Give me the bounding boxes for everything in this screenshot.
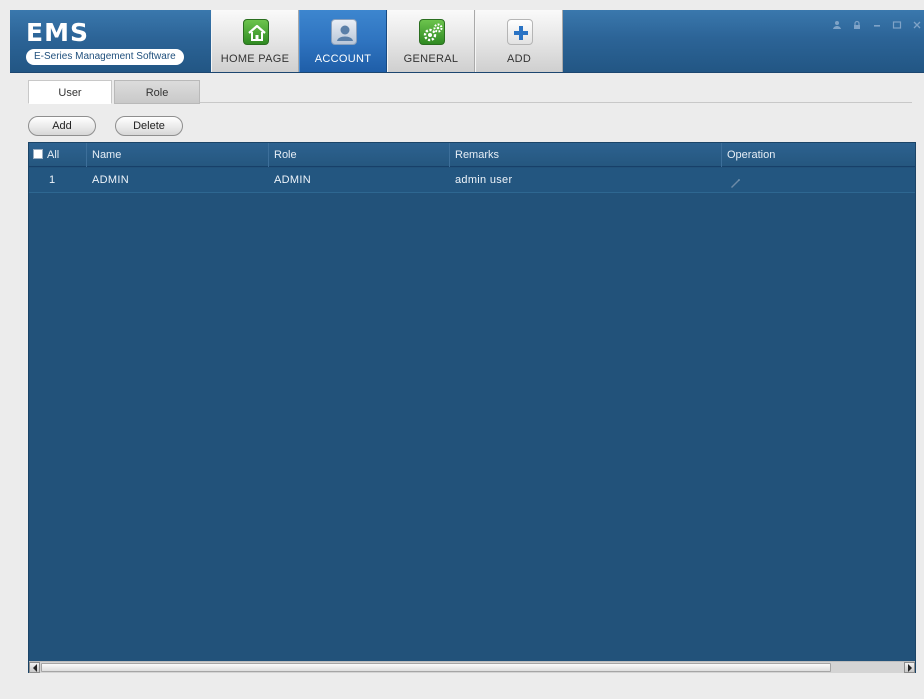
row-number: 1 [49, 174, 56, 186]
app-logo: EMS E-Series Management Software [26, 18, 196, 68]
nav-tab-add[interactable]: ADD [475, 10, 563, 72]
scroll-right-button[interactable] [904, 662, 915, 673]
table-header: All Name Role Remarks Operation [29, 143, 915, 167]
maximize-icon[interactable] [892, 20, 902, 30]
gears-icon [419, 19, 445, 45]
row-remarks: admin user [455, 174, 513, 186]
nav-tab-general[interactable]: GENERAL [387, 10, 475, 72]
column-header-operation: Operation [727, 149, 776, 161]
logo-subtitle: E-Series Management Software [26, 49, 184, 65]
ems-window: EMS E-Series Management Software HOME PA… [0, 0, 924, 699]
table-row[interactable]: 1 ADMIN ADMIN admin user [29, 168, 915, 193]
user-icon[interactable] [832, 20, 842, 30]
nav-tab-label: HOME PAGE [220, 53, 290, 65]
column-header-role[interactable]: Role [269, 143, 450, 167]
column-header-remarks[interactable]: Remarks [450, 143, 722, 167]
minimize-icon[interactable] [872, 20, 882, 30]
select-all-checkbox[interactable] [33, 149, 43, 159]
nav-tab-account[interactable]: ACCOUNT [299, 10, 387, 72]
row-role: ADMIN [274, 174, 311, 186]
user-table: All Name Role Remarks Operation 1 ADMIN … [28, 142, 916, 673]
subtab-divider [200, 102, 912, 103]
row-operation [722, 168, 915, 193]
subtab-role[interactable]: Role [114, 80, 200, 104]
plus-icon [507, 19, 533, 45]
subtab-user[interactable]: User [28, 80, 112, 104]
lock-icon[interactable] [852, 20, 862, 30]
home-icon [243, 19, 269, 45]
scroll-left-button[interactable] [29, 662, 40, 673]
column-header-all: All [29, 143, 87, 167]
nav-tab-label: ACCOUNT [314, 53, 372, 65]
arrow-left-icon [33, 664, 37, 672]
horizontal-scrollbar[interactable] [29, 661, 915, 673]
column-header-all-label: All [47, 149, 60, 161]
column-header-name[interactable]: Name [87, 143, 269, 167]
close-icon[interactable] [912, 20, 922, 30]
nav-tab-home-page[interactable]: HOME PAGE [211, 10, 299, 72]
row-name: ADMIN [92, 174, 129, 186]
nav-tab-label: GENERAL [403, 53, 459, 65]
user-account-icon [331, 19, 357, 45]
add-button[interactable]: Add [28, 116, 96, 136]
arrow-right-icon [908, 664, 912, 672]
delete-button[interactable]: Delete [115, 116, 183, 136]
nav-tab-label: ADD [506, 53, 532, 65]
window-controls [832, 20, 922, 32]
title-bar: EMS E-Series Management Software HOME PA… [10, 10, 924, 73]
edit-pencil-icon[interactable] [729, 174, 741, 188]
scroll-thumb[interactable] [41, 663, 831, 672]
logo-title: EMS [26, 18, 89, 47]
